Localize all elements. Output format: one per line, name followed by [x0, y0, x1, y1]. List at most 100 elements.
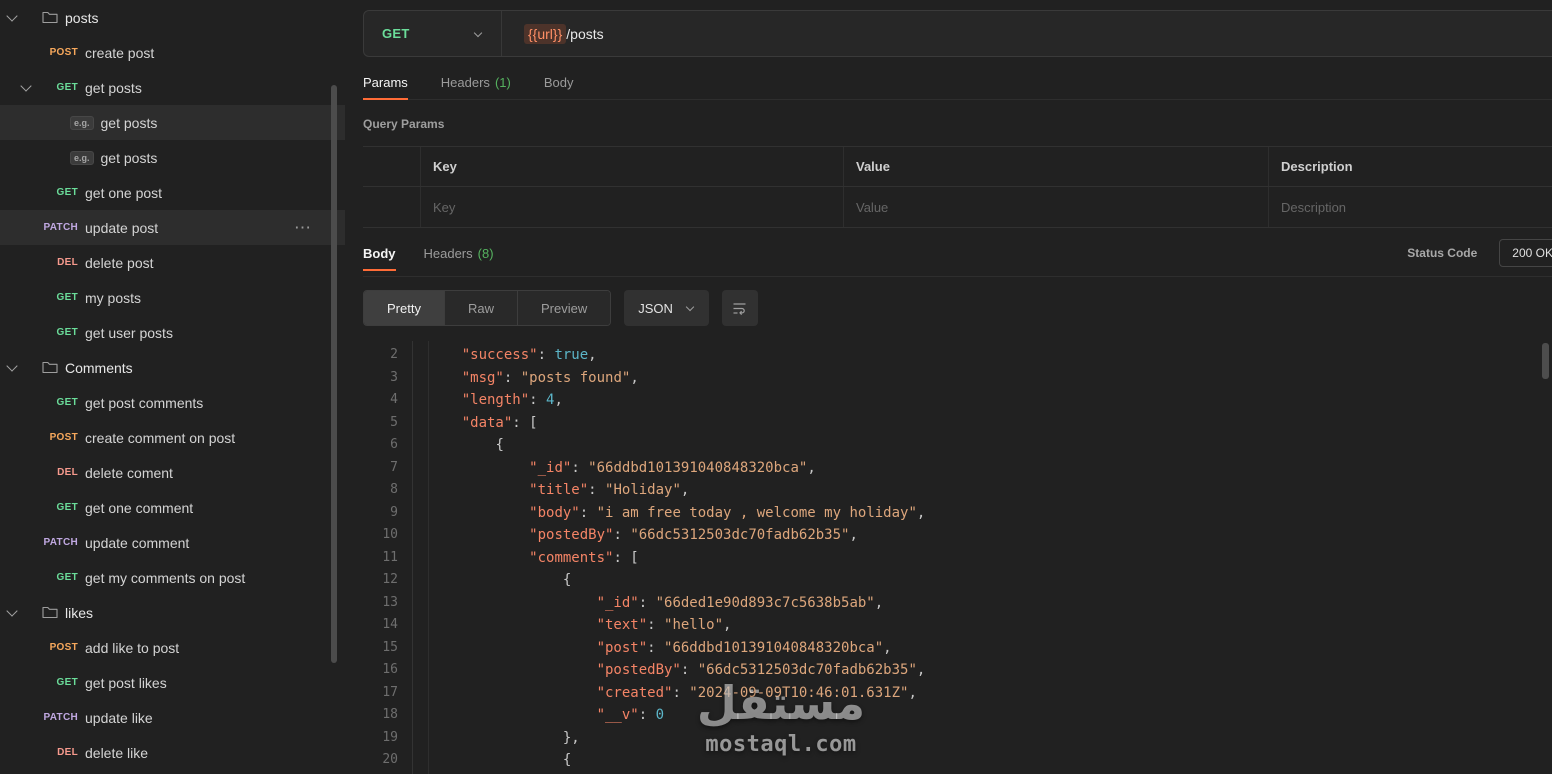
column-header-key: Key — [420, 147, 843, 186]
tab-label: Headers — [423, 245, 473, 261]
sidebar-request[interactable]: GET get posts — [0, 70, 345, 105]
sidebar-item-label: get post comments — [85, 394, 204, 411]
code-text: "comments": [ — [529, 549, 639, 566]
sidebar-item-label: my posts — [85, 289, 142, 306]
param-key-input[interactable] — [433, 199, 823, 215]
more-actions-icon[interactable]: ⋯ — [294, 219, 311, 236]
code-line: 9 "body": "i am free today , welcome my … — [363, 502, 1552, 525]
sidebar-folder[interactable]: likes — [0, 595, 345, 630]
chevron-down-icon[interactable] — [6, 9, 18, 22]
code-line: 18 "__v": 0 — [363, 704, 1552, 727]
sidebar-request[interactable]: PATCH update like — [0, 700, 345, 735]
code-text: { — [562, 572, 572, 588]
sidebar-item-label: likes — [65, 604, 94, 621]
sidebar-item-label: delete post — [85, 254, 154, 271]
code-line: 8 "title": "Holiday", — [363, 479, 1552, 502]
sidebar-request[interactable]: DEL delete coment — [0, 455, 345, 490]
code-line: 13 "_id": "66ded1e90d893c7c5638b5ab", — [363, 592, 1552, 615]
line-number: 3 — [390, 369, 398, 385]
url-variable-chip: {{url}} — [524, 23, 567, 44]
line-number: 10 — [382, 527, 398, 542]
response-scrollbar-thumb[interactable] — [1542, 343, 1549, 379]
tab-body[interactable]: Body — [544, 75, 574, 90]
chevron-down-icon[interactable] — [6, 359, 18, 372]
method-badge: POST — [49, 642, 78, 653]
view-mode-switch: Pretty Raw Preview — [363, 290, 612, 326]
folder-icon — [42, 11, 58, 24]
word-wrap-button[interactable] — [721, 290, 758, 326]
line-number: 18 — [382, 707, 398, 722]
sidebar-request[interactable]: POST add like to post — [0, 630, 345, 665]
method-badge: GET — [56, 397, 78, 408]
tab-label: Body — [543, 75, 574, 90]
tab-params[interactable]: Params — [363, 75, 408, 100]
tab-headers[interactable]: Headers (1) — [441, 75, 511, 90]
tab-response-body[interactable]: Body — [363, 246, 396, 271]
pretty-button[interactable]: Pretty — [364, 291, 444, 325]
param-value-input[interactable] — [856, 199, 1248, 215]
sidebar-request[interactable]: GET get user posts — [0, 315, 345, 350]
code-text: "_id": "66ddbd101391040848320bca", — [529, 459, 816, 476]
line-number: 17 — [382, 684, 398, 700]
sidebar-request[interactable]: PATCH update post ⋯ — [0, 210, 345, 245]
sidebar-example[interactable]: e.g. get posts — [0, 105, 345, 140]
preview-button[interactable]: Preview — [516, 291, 611, 325]
sidebar-request[interactable]: DEL delete like — [0, 735, 345, 770]
method-badge: GET — [56, 677, 78, 688]
sidebar-request[interactable]: GET get post comments — [0, 385, 345, 420]
url-input[interactable]: {{url}}/posts — [501, 11, 1552, 56]
method-badge: POST — [49, 47, 78, 58]
response-body-viewer: 2 "success": true, 3 "msg": "posts found"… — [363, 341, 1552, 774]
sidebar-item-label: get posts — [100, 114, 158, 131]
sidebar-item-label: update comment — [85, 534, 190, 551]
sidebar-item-label: get posts — [100, 149, 158, 166]
code-line: 7 "_id": "66ddbd101391040848320bca", — [363, 457, 1552, 480]
code-text: "success": true, — [461, 347, 597, 363]
param-description-input[interactable] — [1281, 199, 1539, 215]
row-select-cell[interactable] — [363, 187, 420, 227]
line-number: 9 — [390, 504, 398, 520]
sidebar-item-label: get my comments on post — [85, 569, 246, 586]
format-label: JSON — [638, 300, 673, 316]
example-icon: e.g. — [70, 150, 94, 165]
code-line: 19 }, — [363, 727, 1552, 750]
table-row — [363, 187, 1552, 228]
code-text: "_id": "66ded1e90d893c7c5638b5ab", — [596, 594, 884, 611]
sidebar-request[interactable]: GET get one post — [0, 175, 345, 210]
method-select[interactable]: GET — [364, 11, 501, 56]
sidebar-request[interactable]: GET get my comments on post — [0, 560, 345, 595]
sidebar-item-label: update post — [85, 219, 159, 236]
raw-button[interactable]: Raw — [443, 291, 517, 325]
code-text: "title": "Holiday", — [529, 482, 690, 498]
format-select[interactable]: JSON — [624, 290, 709, 326]
sidebar-request[interactable]: GET get post likes — [0, 665, 345, 700]
method-badge: PATCH — [43, 537, 78, 548]
tab-label: Params — [363, 75, 408, 90]
sidebar-folder[interactable]: posts — [0, 0, 345, 35]
sidebar-request[interactable]: GET get one comment — [0, 490, 345, 525]
json-response-body: 2 "success": true, 3 "msg": "posts found"… — [363, 341, 1552, 772]
status-badge[interactable]: 200 OK — [1499, 239, 1552, 267]
chevron-down-icon[interactable] — [6, 604, 18, 617]
chevron-down-icon[interactable] — [20, 79, 32, 92]
code-line: 20 { — [363, 749, 1552, 772]
code-text: "data": [ — [461, 414, 538, 431]
select-all-cell[interactable] — [363, 147, 420, 186]
tab-response-headers[interactable]: Headers (8) — [424, 246, 494, 261]
line-number: 7 — [390, 459, 398, 475]
sidebar-request[interactable]: DEL delete post — [0, 245, 345, 280]
status-code-label: Status Code — [1407, 246, 1478, 260]
sidebar-request[interactable]: POST create post — [0, 35, 345, 70]
line-number: 8 — [390, 482, 398, 497]
line-number: 11 — [382, 549, 398, 565]
code-line: 6 { — [363, 434, 1552, 457]
sidebar-scrollbar-thumb[interactable] — [331, 85, 337, 663]
sidebar-folder[interactable]: Comments — [0, 350, 345, 385]
sidebar-example[interactable]: e.g. get posts — [0, 140, 345, 175]
sidebar-request[interactable]: POST create comment on post — [0, 420, 345, 455]
sidebar-request[interactable]: GET my posts — [0, 280, 345, 315]
app-window: posts POST create post GET get posts e.g. get … — [0, 0, 1552, 774]
method-badge: GET — [56, 292, 78, 303]
sidebar-request[interactable]: PATCH update comment — [0, 525, 345, 560]
sidebar-item-label: create post — [85, 44, 155, 61]
